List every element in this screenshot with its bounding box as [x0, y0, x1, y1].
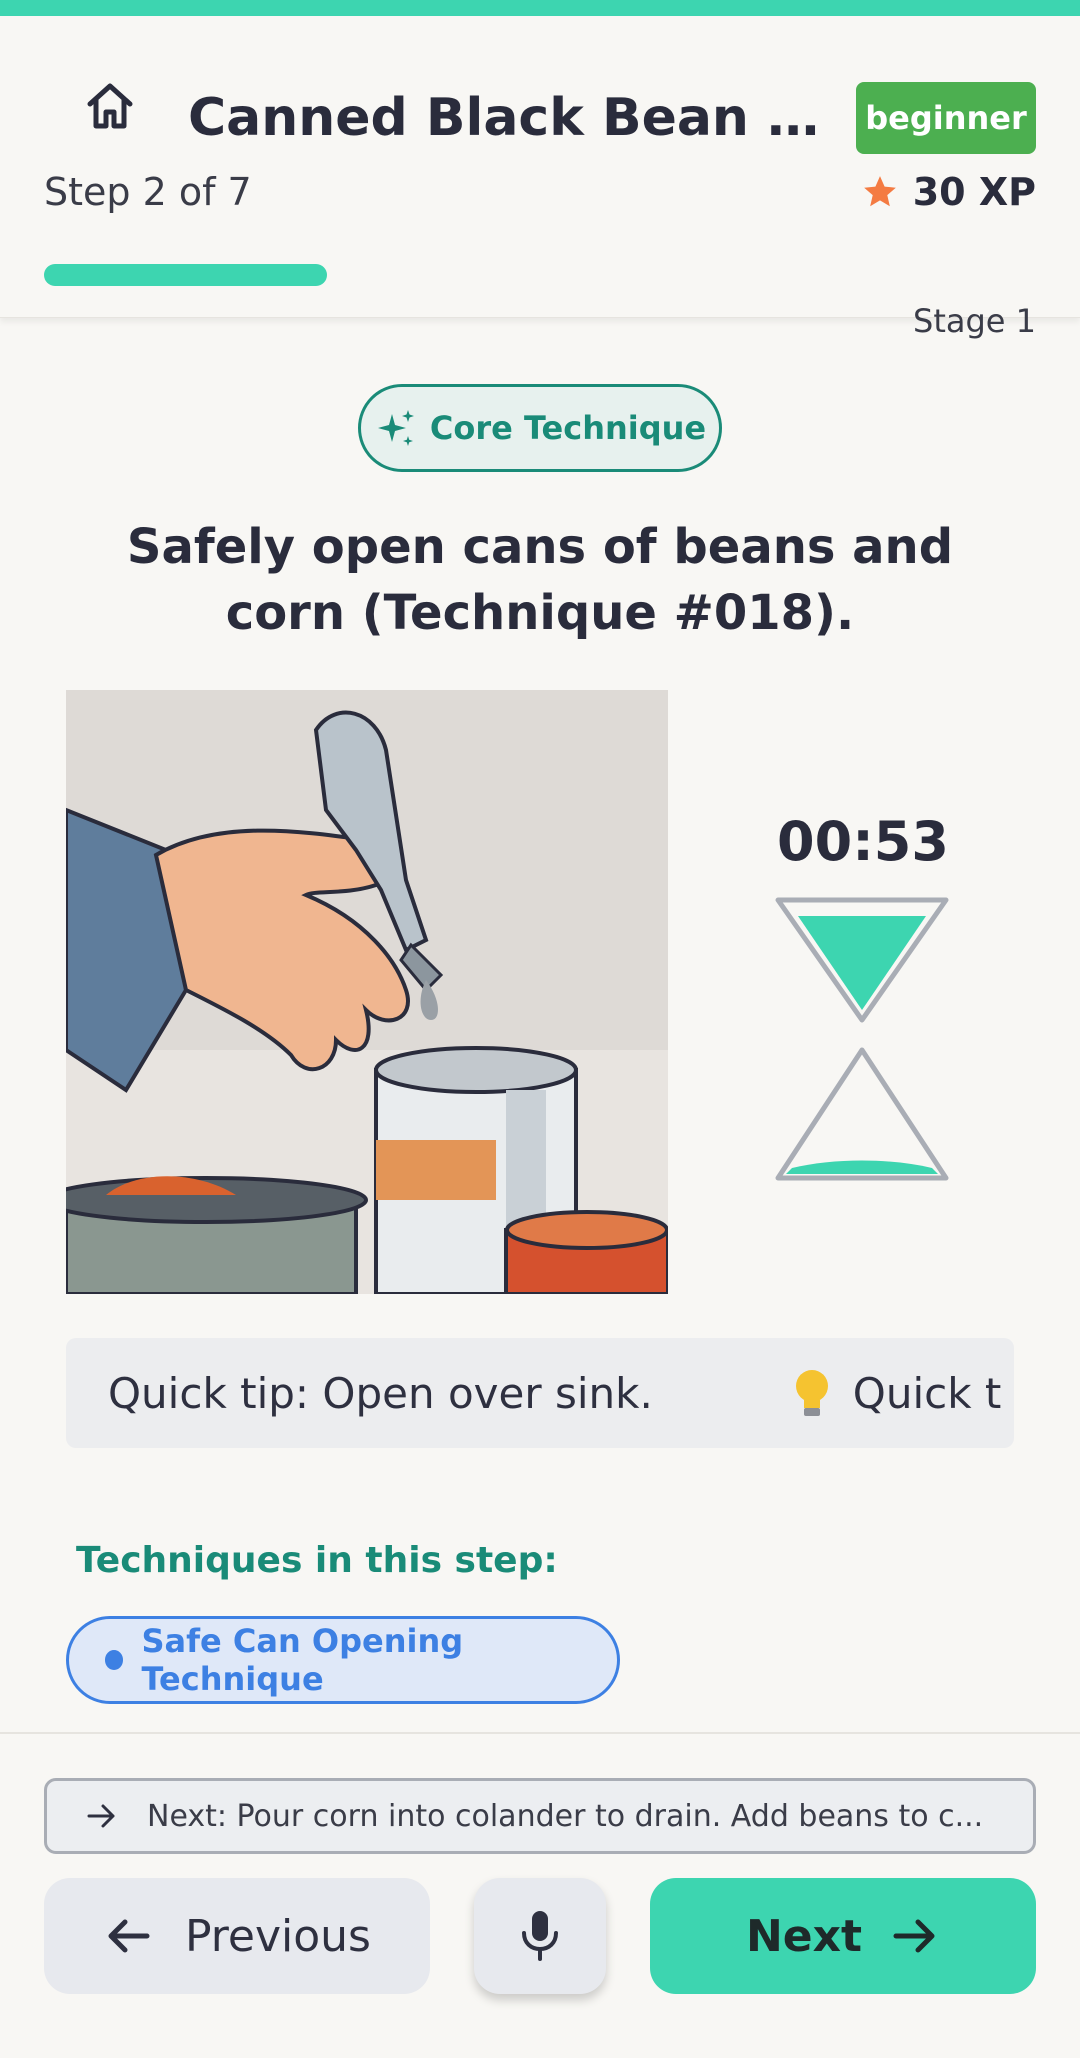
next-step-preview[interactable]: Next: Pour corn into colander to drain. … [44, 1778, 1036, 1854]
sparkle-icon [377, 410, 414, 446]
progress-fill [44, 264, 328, 286]
xp-display: 30 XP [861, 170, 1036, 214]
step-counter: Step 2 of 7 [44, 170, 252, 214]
technique-category-chip: Core Technique [358, 384, 722, 472]
quick-tip-banner: Quick tip: Open over sink. Quick t [66, 1338, 1014, 1448]
microphone-icon [522, 1911, 558, 1961]
recipe-title: Canned Black Bean Sala... [188, 88, 848, 148]
next-label: Next [745, 1910, 863, 1962]
step-timer: 00:53 [777, 810, 949, 873]
previous-button[interactable]: Previous [44, 1878, 430, 1994]
next-step-text: Next: Pour corn into colander to drain. … [147, 1798, 984, 1834]
step-instruction: Safely open cans of beans and corn (Tech… [126, 519, 954, 641]
tip-text: Quick tip: Open over sink. [108, 1368, 653, 1418]
arrow-right-icon [87, 1804, 115, 1828]
tip-ticker-repeat: Quick t [852, 1368, 1002, 1418]
navigation-footer: Next: Pour corn into colander to drain. … [0, 1732, 1080, 2058]
top-accent-bar [0, 0, 1080, 16]
recipe-header: Canned Black Bean Sala... beginner Step … [0, 16, 1080, 340]
next-button[interactable]: Next [650, 1878, 1036, 1994]
xp-value: 30 XP [912, 170, 1036, 214]
arrow-left-icon [108, 1919, 150, 1953]
lightbulb-icon [795, 1370, 828, 1416]
can-opening-illustration [66, 690, 668, 1294]
techniques-heading: Techniques in this step: [76, 1540, 558, 1581]
home-icon[interactable] [78, 74, 142, 138]
star-icon [863, 176, 896, 207]
stage-label: Stage 1 [913, 302, 1036, 340]
microphone-button[interactable] [474, 1878, 606, 1994]
hourglass-icon [775, 897, 949, 1181]
technique-label: Safe Can Opening Technique [141, 1622, 464, 1698]
arrow-right-icon [893, 1919, 935, 1953]
technique-dot [105, 1650, 124, 1670]
difficulty-badge: beginner [856, 82, 1036, 154]
previous-label: Previous [185, 1910, 371, 1962]
technique-pill[interactable]: Safe Can Opening Technique [66, 1616, 620, 1704]
category-label: Core Technique [429, 409, 707, 447]
step-progress-bar [44, 264, 1036, 286]
